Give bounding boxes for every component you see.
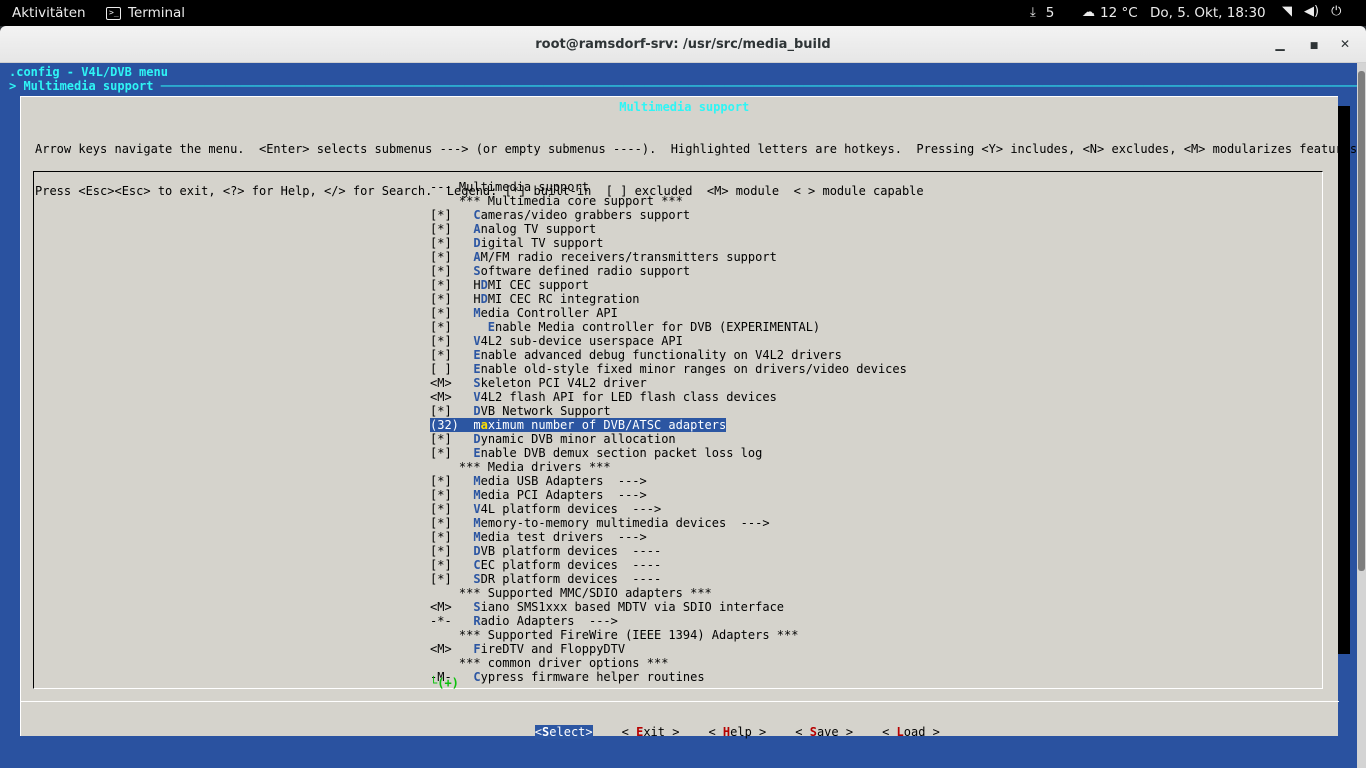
terminal-icon: >_	[106, 6, 121, 20]
button-bar: <Select> < Exit > < Help > < Save > < Load >	[21, 701, 1339, 739]
menu-item[interactable]: [*] HDMI CEC RC integration	[430, 292, 907, 306]
scrollbar-thumb[interactable]	[1358, 71, 1365, 571]
menuconfig-dialog: Multimedia support Arrow keys navigate t…	[20, 96, 1364, 739]
window-titlebar[interactable]: root@ramsdorf-srv: /usr/src/media_build …	[0, 26, 1366, 63]
updates-count: 5	[1045, 5, 1055, 21]
menu-item[interactable]: [*] Cameras/video grabbers support	[430, 208, 907, 222]
top-bar: Aktivitäten >_ Terminal ⤓ 5 ☁ 12 °C Do, …	[0, 0, 1366, 26]
menu-item[interactable]: <M> Skeleton PCI V4L2 driver	[430, 376, 907, 390]
menu-item[interactable]: [*] Software defined radio support	[430, 264, 907, 278]
menu-item[interactable]: *** Multimedia core support ***	[430, 194, 907, 208]
menu-item[interactable]: [*] Memory-to-memory multimedia devices …	[430, 516, 907, 530]
window-title: root@ramsdorf-srv: /usr/src/media_build	[535, 37, 831, 52]
weather-temp: 12 °C	[1100, 5, 1138, 21]
menu-item[interactable]: *** Supported FireWire (IEEE 1394) Adapt…	[430, 628, 907, 642]
menu-item[interactable]: [*] Enable advanced debug functionality …	[430, 348, 907, 362]
menu-path: .config - V4L/DVB menu	[9, 65, 168, 79]
submenu-path: > Multimedia support ───────────────────…	[9, 79, 1366, 93]
app-menu-label: Terminal	[128, 5, 186, 21]
app-menu[interactable]: >_ Terminal	[106, 5, 185, 21]
menu-items: --- Multimedia support *** Multimedia co…	[430, 180, 907, 684]
menu-item[interactable]: [*] Enable DVB demux section packet loss…	[430, 446, 907, 460]
clock[interactable]: Do, 5. Okt, 18:30	[1150, 5, 1266, 21]
menu-item[interactable]: *** common driver options ***	[430, 656, 907, 670]
load-button[interactable]: < Load >	[882, 725, 940, 739]
terminal-content[interactable]: .config - V4L/DVB menu > Multimedia supp…	[0, 63, 1366, 768]
weather-icon: ☁	[1082, 5, 1095, 20]
menu-item[interactable]: [*] DVB Network Support	[430, 404, 907, 418]
exit-button[interactable]: < Exit >	[622, 725, 680, 739]
minimize-icon: ▁	[1275, 37, 1285, 51]
menu-item[interactable]: [*] Media PCI Adapters --->	[430, 488, 907, 502]
menu-item[interactable]: [*] Digital TV support	[430, 236, 907, 250]
more-indicator: └(+)	[430, 676, 459, 690]
menu-item[interactable]: [*] DVB platform devices ----	[430, 544, 907, 558]
maximize-button[interactable]: ■	[1305, 35, 1323, 53]
help-button[interactable]: < Help >	[708, 725, 766, 739]
menu-item[interactable]: *** Media drivers ***	[430, 460, 907, 474]
updates-indicator[interactable]: ⤓ 5	[1030, 5, 1054, 21]
menu-item[interactable]: -M- Cypress firmware helper routines	[430, 670, 907, 684]
weather-indicator[interactable]: ☁ 12 °C	[1082, 5, 1138, 21]
menu-item[interactable]: [*] Media test drivers --->	[430, 530, 907, 544]
menu-item[interactable]: [*] Dynamic DVB minor allocation	[430, 432, 907, 446]
menu-item[interactable]: [*] HDMI CEC support	[430, 278, 907, 292]
menu-item[interactable]: [*] AM/FM radio receivers/transmitters s…	[430, 250, 907, 264]
menu-item[interactable]: <M> FireDTV and FloppyDTV	[430, 642, 907, 656]
close-button[interactable]: ✕	[1336, 35, 1354, 53]
download-icon: ⤓	[1030, 5, 1036, 20]
menu-item[interactable]: <M> V4L2 flash API for LED flash class d…	[430, 390, 907, 404]
menu-item[interactable]: *** Supported MMC/SDIO adapters ***	[430, 586, 907, 600]
menu-item[interactable]: [*] SDR platform devices ----	[430, 572, 907, 586]
activities-button[interactable]: Aktivitäten	[12, 5, 86, 21]
menu-item[interactable]: [*] Analog TV support	[430, 222, 907, 236]
menu-item[interactable]: [*] Media USB Adapters --->	[430, 474, 907, 488]
menu-item[interactable]: [ ] Enable old-style fixed minor ranges …	[430, 362, 907, 376]
menu-item[interactable]: (32) maximum number of DVB/ATSC adapters	[430, 418, 727, 432]
minimize-button[interactable]: ▁	[1271, 35, 1289, 53]
select-button[interactable]: <Select>	[534, 725, 593, 739]
menu-item[interactable]: <M> Siano SMS1xxx based MDTV via SDIO in…	[430, 600, 907, 614]
menu-item[interactable]: [*] V4L2 sub-device userspace API	[430, 334, 907, 348]
menu-item[interactable]: -*- Radio Adapters --->	[430, 614, 907, 628]
volume-icon: ◀)	[1304, 4, 1320, 19]
menu-item[interactable]: [*] Media Controller API	[430, 306, 907, 320]
maximize-icon: ■	[1309, 41, 1319, 51]
power-icon: ⏻	[1331, 4, 1342, 19]
buttons-row: <Select> < Exit > < Help > < Save > < Load >	[477, 711, 940, 753]
help-line-1: Arrow keys navigate the menu. <Enter> se…	[35, 142, 1365, 156]
dialog-title: Multimedia support	[611, 100, 758, 114]
wifi-icon: ◥	[1282, 4, 1292, 19]
menu-item[interactable]: [*] V4L platform devices --->	[430, 502, 907, 516]
menu-list-box[interactable]: --- Multimedia support *** Multimedia co…	[33, 171, 1323, 690]
menu-item[interactable]: --- Multimedia support	[430, 180, 907, 194]
close-icon: ✕	[1339, 37, 1351, 51]
menu-item[interactable]: [*] Enable Media controller for DVB (EXP…	[430, 320, 907, 334]
system-menu[interactable]: ◥ ◀) ⏻	[1282, 5, 1341, 19]
terminal-scrollbar[interactable]	[1357, 63, 1366, 768]
save-button[interactable]: < Save >	[795, 725, 853, 739]
menu-item[interactable]: [*] CEC platform devices ----	[430, 558, 907, 572]
